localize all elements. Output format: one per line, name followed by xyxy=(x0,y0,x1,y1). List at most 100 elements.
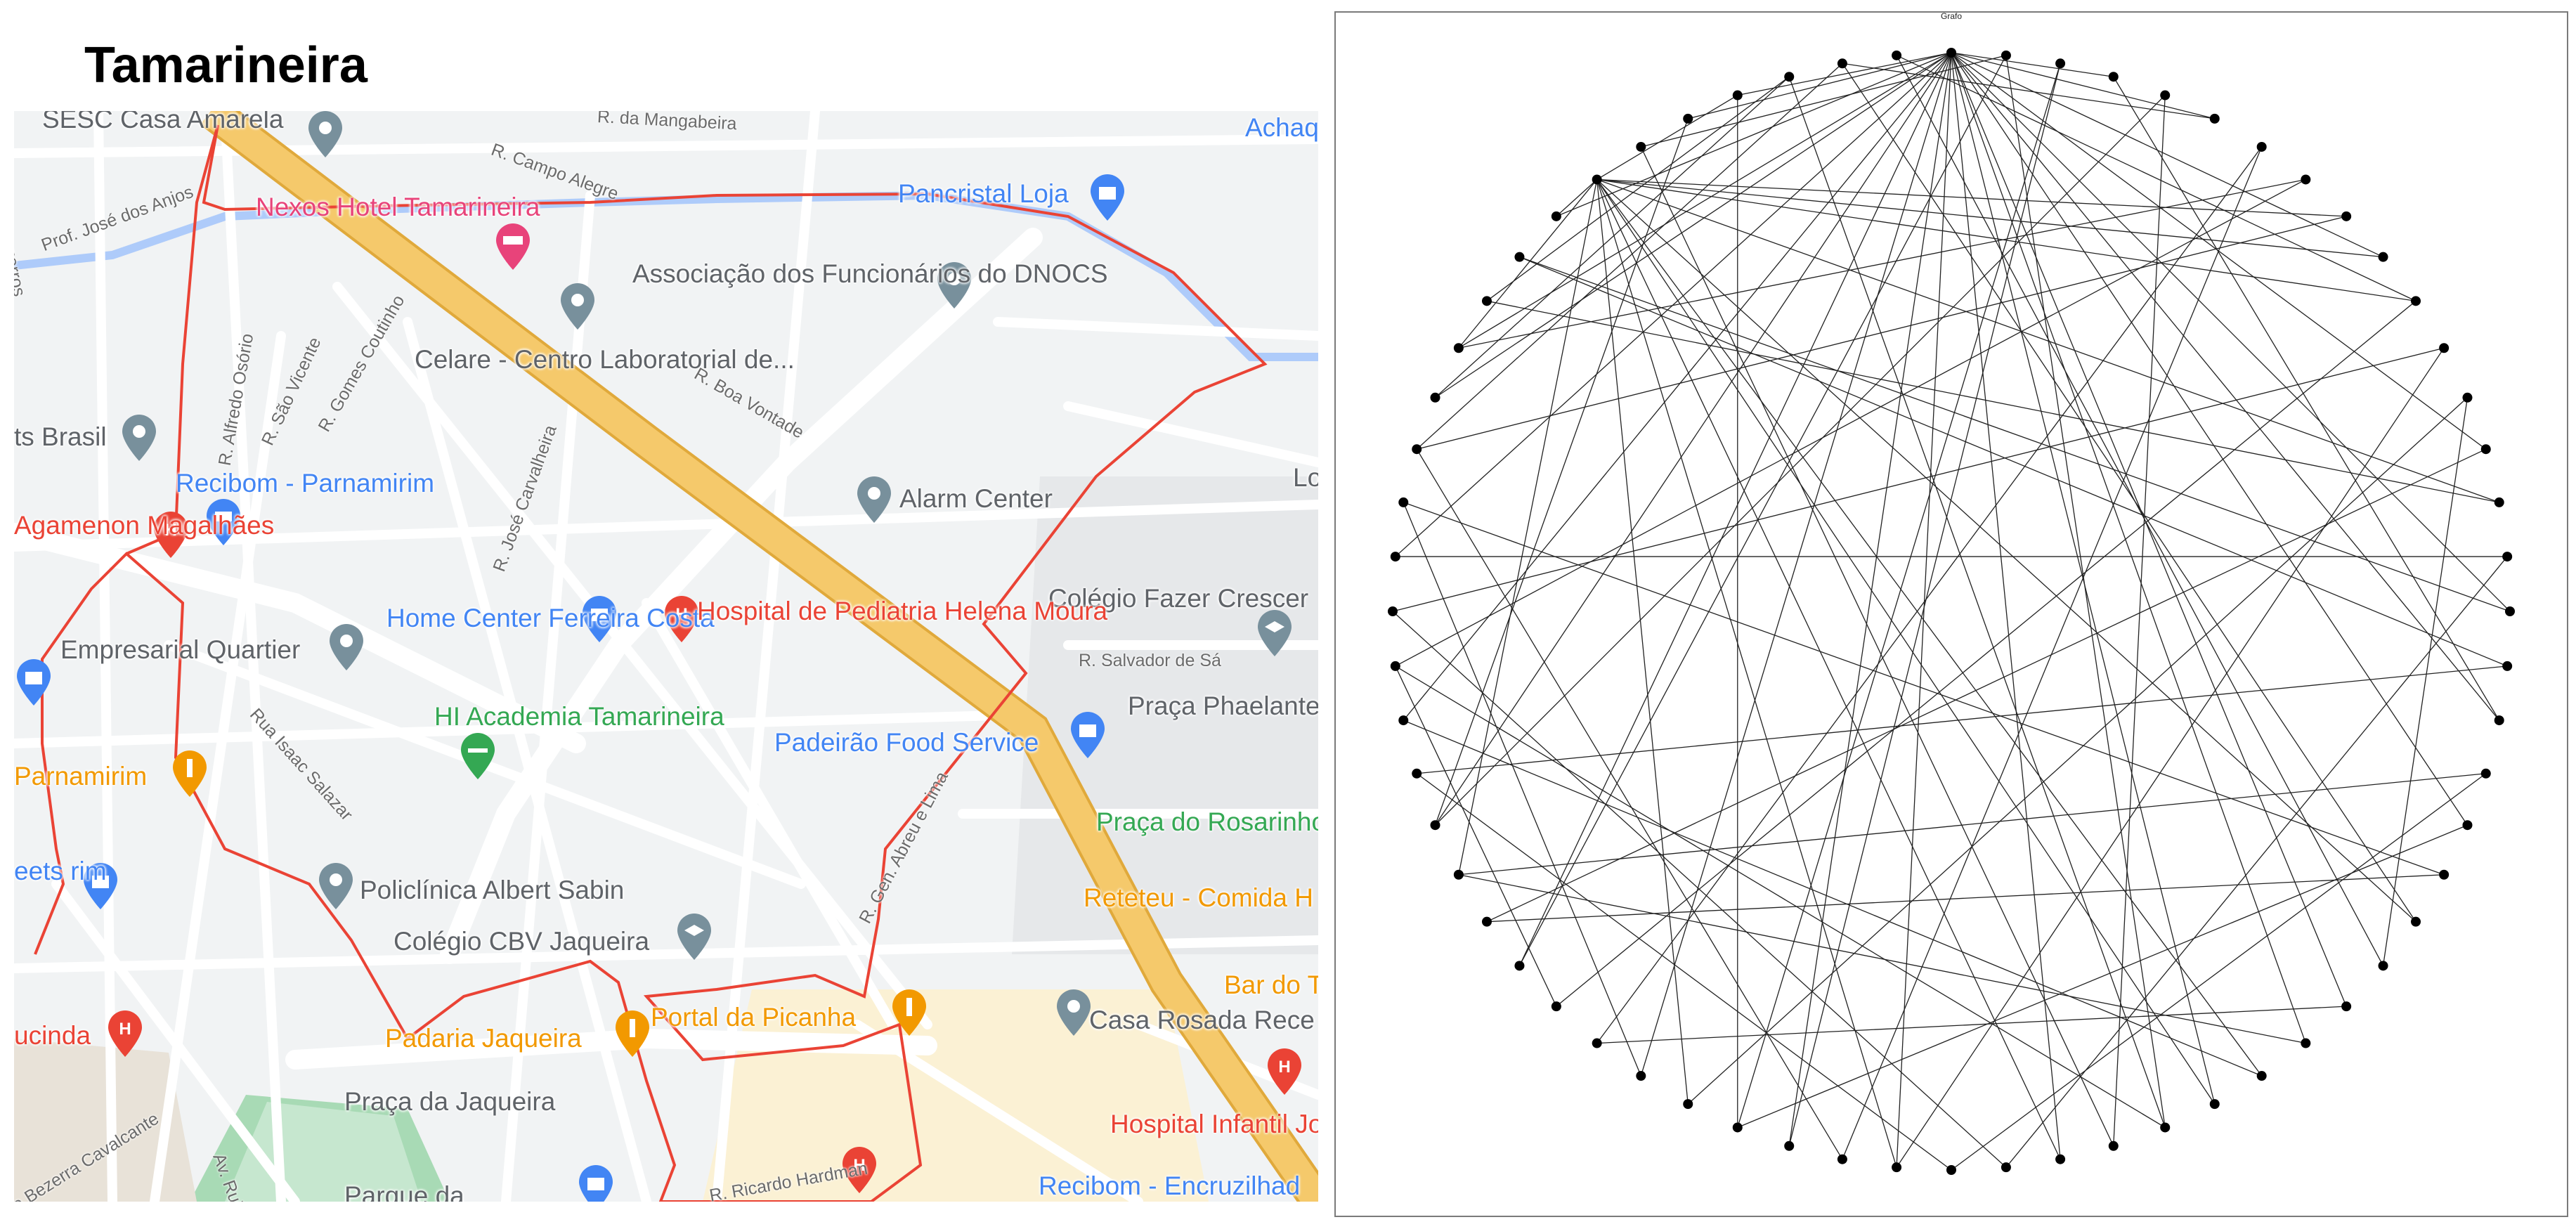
place-label[interactable]: Empresarial Quartier xyxy=(60,635,300,665)
graph-node xyxy=(1390,661,1400,671)
place-label[interactable]: Recibom - Encruzilhad xyxy=(1039,1171,1300,1202)
graph-node xyxy=(1837,1154,1847,1164)
graph-edge xyxy=(1435,52,1952,398)
place-label[interactable]: HI Academia Tamarineira xyxy=(434,701,724,732)
shopping-bag-icon[interactable] xyxy=(14,659,53,707)
place-label[interactable]: Padaria Jaqueira xyxy=(385,1023,582,1054)
graph-edge xyxy=(1392,611,2007,1168)
graph-node xyxy=(2001,1162,2011,1173)
place-label[interactable]: Nexos Hotel Tamarineira xyxy=(256,192,540,223)
graduation-cap-icon[interactable] xyxy=(675,914,714,961)
map-pin-icon[interactable] xyxy=(316,863,356,911)
place-label[interactable]: Parque da xyxy=(344,1181,464,1202)
graph-node xyxy=(1398,497,1409,507)
place-label[interactable]: Achaq xyxy=(1245,112,1318,143)
hospital-icon[interactable]: H xyxy=(1265,1048,1304,1096)
place-label[interactable]: Celare - Centro Laboratorial de... xyxy=(415,344,795,375)
map-pin-icon[interactable] xyxy=(327,624,366,672)
place-label[interactable]: ts Brasil xyxy=(14,422,107,453)
fork-knife-icon[interactable] xyxy=(613,1010,652,1058)
graph-node xyxy=(1683,113,1693,124)
graph-node xyxy=(2055,1154,2066,1164)
graph-node xyxy=(2505,606,2515,616)
graph-edge xyxy=(2113,95,2166,1146)
place-label[interactable]: Home Center Ferreira Costa xyxy=(386,603,715,634)
shopping-bag-icon[interactable] xyxy=(1088,174,1127,222)
place-label[interactable]: Portal da Picanha xyxy=(651,1002,856,1033)
place-label[interactable]: Praça Phaelante da Câmara xyxy=(1128,691,1318,722)
place-label[interactable]: Padeirão Food Service xyxy=(774,727,1039,758)
map-pin-icon[interactable] xyxy=(306,111,345,159)
place-label[interactable]: Alarm Center xyxy=(899,483,1053,514)
graph-node xyxy=(1636,1071,1646,1081)
graph-edge xyxy=(1519,256,2508,667)
map-pin-icon[interactable] xyxy=(119,415,159,462)
map-pin-icon[interactable] xyxy=(558,283,597,331)
place-label[interactable]: Hospital Infantil Jorge de Medeiros xyxy=(1110,1109,1318,1140)
svg-text:H: H xyxy=(119,1020,131,1039)
place-label[interactable]: Hospital de Pediatria Helena Moura xyxy=(697,596,1107,627)
place-label[interactable]: Pancristal Loja xyxy=(898,178,1069,209)
fork-knife-icon[interactable] xyxy=(890,989,929,1037)
graph-node xyxy=(1453,343,1464,353)
place-label[interactable]: Praça do Rosarinho xyxy=(1096,807,1318,838)
dumbbell-icon[interactable] xyxy=(458,733,497,781)
graph-node xyxy=(1732,1122,1743,1133)
place-label[interactable]: Praça da Jaqueira xyxy=(344,1086,555,1117)
hospital-icon[interactable]: H xyxy=(105,1010,145,1058)
graph-edge xyxy=(1486,448,2487,923)
graph-node xyxy=(2301,1038,2311,1048)
shopping-bag-icon[interactable] xyxy=(1068,712,1107,760)
place-label[interactable]: Colégio CBV Jaqueira xyxy=(393,926,649,957)
place-label[interactable]: Agamenon Magalhães xyxy=(14,510,274,541)
map-pin-icon[interactable] xyxy=(854,476,894,524)
place-label[interactable]: Policlínica Albert Sabin xyxy=(360,875,624,906)
place-label[interactable]: Recibom - Parnamirim xyxy=(176,468,434,499)
place-label[interactable]: ucinda xyxy=(14,1020,91,1051)
map-view[interactable]: H H H H H SESC Casa Amarela Nexos Hotel … xyxy=(14,111,1318,1202)
graph-node xyxy=(2160,1122,2171,1133)
graph-node xyxy=(2209,113,2220,124)
map-pin-icon[interactable] xyxy=(1054,989,1093,1037)
fork-knife-icon[interactable] xyxy=(170,750,209,798)
place-label[interactable]: Associação dos Funcionários do DNOCS xyxy=(632,259,1108,290)
graph-edge xyxy=(1596,178,2416,923)
graph-node xyxy=(1551,1001,1561,1012)
graph-edge xyxy=(1596,179,2263,1077)
place-label[interactable]: Parnamirim xyxy=(14,761,147,792)
graph-edge xyxy=(1737,824,2468,1129)
graph-edge xyxy=(1392,347,2445,612)
graph-node xyxy=(2439,343,2450,353)
place-label[interactable]: Lo xyxy=(1293,462,1318,493)
map-title: Tamarineira xyxy=(84,37,367,93)
graph-node xyxy=(1683,1099,1693,1110)
graph-node xyxy=(2502,661,2513,671)
graph-node xyxy=(2502,552,2513,562)
graph-node xyxy=(1892,50,1902,60)
graph-node xyxy=(1514,252,1525,262)
graph-node xyxy=(1453,869,1464,880)
graph-edge xyxy=(1951,52,2383,258)
graph-panel: Grafo xyxy=(1334,11,2568,1217)
graph-canvas xyxy=(1388,48,2515,1175)
shopping-bag-icon[interactable] xyxy=(576,1165,616,1202)
graph-edge xyxy=(2382,397,2468,966)
graph-edge xyxy=(1842,146,2263,1159)
graduation-cap-icon[interactable] xyxy=(1255,610,1294,658)
graph-edge xyxy=(1458,179,1598,349)
graph-node xyxy=(2001,50,2011,60)
graph-node xyxy=(1551,211,1561,221)
graph-node xyxy=(1592,1038,1602,1048)
graph-node xyxy=(2462,820,2473,831)
place-label[interactable]: eets rim xyxy=(14,856,107,887)
bed-icon[interactable] xyxy=(493,223,533,271)
graph-edge xyxy=(1434,52,1952,826)
graph-edge xyxy=(2113,76,2500,721)
graph-edge xyxy=(1395,665,2166,1129)
place-label[interactable]: Reteteu - Comida H xyxy=(1084,883,1313,914)
place-label[interactable]: Casa Rosada Rece xyxy=(1089,1005,1315,1036)
graph-edge xyxy=(1788,77,2166,1128)
graph-node xyxy=(1430,392,1440,403)
place-label[interactable]: Bar do T xyxy=(1224,970,1318,1001)
place-label[interactable]: SESC Casa Amarela xyxy=(42,111,283,135)
